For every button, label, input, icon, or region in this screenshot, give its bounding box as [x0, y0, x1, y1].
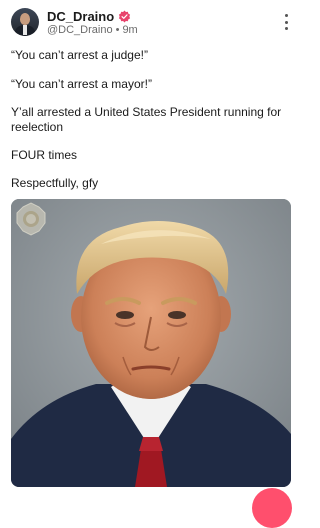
post-header: DC_Draino @DC_Draino • 9m [11, 8, 291, 38]
more-vertical-icon[interactable] [281, 14, 291, 30]
post-line: FOUR times [11, 148, 77, 162]
author-handle[interactable]: @DC_Draino [47, 24, 113, 36]
more-dot [284, 14, 288, 17]
avatar-head [20, 13, 30, 25]
post-timestamp: 9m [122, 24, 138, 36]
post-line: Y’all arrested a United States President… [11, 105, 282, 134]
more-dot [284, 27, 288, 30]
post-photo[interactable] [11, 199, 291, 487]
more-dot [284, 20, 288, 24]
author-display-name[interactable]: DC_Draino [47, 9, 114, 24]
author-avatar[interactable] [11, 8, 39, 36]
verified-badge-icon [119, 10, 131, 22]
post-line: “You can’t arrest a judge!” [11, 48, 148, 62]
portrait-photo [11, 199, 291, 487]
avatar-shirt [23, 25, 27, 35]
post-line: Respectfully, gfy [11, 176, 99, 190]
author-name-row: DC_Draino [47, 9, 131, 24]
post-card: DC_Draino @DC_Draino • 9m “You can’t arr… [0, 0, 302, 528]
post-line: “You can’t arrest a mayor!” [11, 77, 152, 91]
floating-action-button[interactable] [252, 488, 292, 528]
meta-separator: • [115, 24, 120, 36]
author-meta: @DC_Draino • 9m [47, 24, 138, 36]
